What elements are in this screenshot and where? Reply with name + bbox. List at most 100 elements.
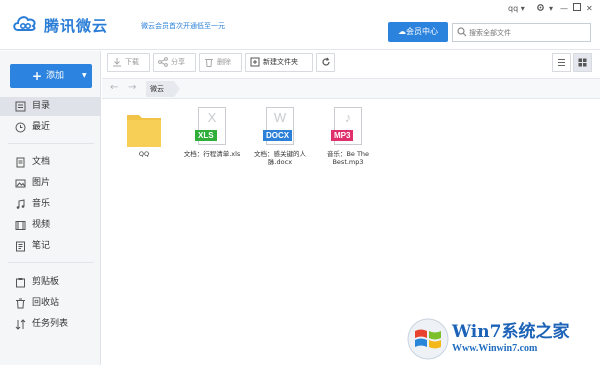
sidebar-item-recent[interactable]: 最近 bbox=[0, 118, 100, 137]
clock-icon bbox=[15, 122, 26, 133]
file-name: 音乐：Be The Best.mp3 bbox=[326, 150, 370, 166]
refresh-icon bbox=[322, 57, 330, 66]
sidebar-item-documents[interactable]: 文档 bbox=[0, 153, 100, 172]
forward-arrow-icon[interactable]: → bbox=[128, 82, 136, 93]
xls-file-icon: X XLS bbox=[194, 107, 230, 149]
settings-icon[interactable] bbox=[536, 3, 545, 15]
sidebar-item-label: 最近 bbox=[32, 122, 51, 132]
sidebar-item-images[interactable]: 图片 bbox=[0, 174, 100, 193]
maximize-icon[interactable] bbox=[573, 3, 581, 15]
sidebar-item-label: 目录 bbox=[32, 101, 51, 111]
title-bar: 腾讯微云 微云会员首次开通低至一元 qq ▾ ▾ — ✕ ☁会员中心 bbox=[0, 0, 600, 50]
sidebar-item-clipboard[interactable]: 剪贴板 bbox=[0, 273, 100, 292]
sidebar-item-video[interactable]: 视频 bbox=[0, 216, 100, 235]
document-icon bbox=[16, 157, 25, 168]
new-folder-icon bbox=[250, 57, 260, 67]
watermark-text: Win7系统之家 bbox=[452, 322, 570, 342]
file-name: QQ bbox=[138, 150, 150, 158]
delete-button[interactable]: 删除 bbox=[199, 53, 242, 72]
list-view-icon bbox=[558, 59, 565, 66]
transfer-icon bbox=[15, 319, 26, 330]
plus-icon: + bbox=[32, 69, 43, 83]
sidebar-item-label: 任务列表 bbox=[32, 319, 69, 329]
grid-view-button[interactable] bbox=[573, 53, 592, 72]
vip-cloud-icon: ☁ bbox=[398, 27, 406, 36]
search-icon bbox=[457, 27, 467, 37]
file-type-tag: DOCX bbox=[263, 130, 293, 141]
minimize-icon[interactable]: — bbox=[560, 3, 568, 15]
sidebar-item-label: 视频 bbox=[32, 220, 51, 230]
sidebar-item-label: 文档 bbox=[32, 157, 51, 167]
file-icon-letter: W bbox=[273, 110, 287, 125]
folder-icon bbox=[127, 115, 161, 147]
breadcrumb-current[interactable]: 微云 bbox=[146, 81, 180, 97]
add-button-label: 添加 bbox=[46, 71, 65, 81]
app-title: 腾讯微云 bbox=[44, 17, 109, 35]
download-button[interactable]: 下载 bbox=[107, 53, 150, 72]
sidebar-item-directory[interactable]: 目录 bbox=[0, 97, 100, 116]
file-item-docx[interactable]: W DOCX 文档：感关键的人脉.docx bbox=[248, 107, 312, 177]
file-name: 文档：行程清单.xls bbox=[183, 150, 241, 158]
chevron-down-icon: ▼ bbox=[82, 72, 87, 79]
windows-logo-icon bbox=[407, 318, 449, 360]
sidebar-item-label: 笔记 bbox=[32, 241, 51, 251]
search-input[interactable] bbox=[469, 25, 587, 40]
mp3-file-icon: ♪ MP3 bbox=[330, 107, 366, 149]
search-box[interactable] bbox=[452, 23, 591, 42]
promo-link[interactable]: 微云会员首次开通低至一元 bbox=[141, 21, 225, 31]
sidebar-item-music[interactable]: 音乐 bbox=[0, 195, 100, 214]
delete-label: 删除 bbox=[217, 58, 231, 66]
sidebar-item-label: 剪贴板 bbox=[32, 277, 60, 287]
video-icon bbox=[15, 221, 26, 230]
file-type-tag: XLS bbox=[195, 130, 217, 141]
trash-icon bbox=[16, 298, 25, 309]
clipboard-icon bbox=[16, 278, 25, 288]
sidebar-item-label: 回收站 bbox=[32, 298, 60, 308]
grid-view-icon bbox=[578, 58, 587, 67]
back-arrow-icon[interactable]: ← bbox=[110, 82, 118, 93]
new-folder-button[interactable]: 新建文件夹 bbox=[245, 53, 313, 72]
note-icon bbox=[16, 241, 25, 252]
list-view-button[interactable] bbox=[552, 53, 571, 72]
vip-center-label: 会员中心 bbox=[406, 27, 438, 36]
sidebar-item-label: 图片 bbox=[32, 178, 51, 188]
file-item-xls[interactable]: X XLS 文档：行程清单.xls bbox=[180, 107, 244, 177]
cloud-logo-icon bbox=[13, 16, 36, 31]
menu-caret-icon[interactable]: ▾ bbox=[549, 3, 553, 15]
file-icon-letter: ♪ bbox=[344, 110, 352, 125]
sidebar-item-task-list[interactable]: 任务列表 bbox=[0, 315, 100, 334]
file-type-tag: MP3 bbox=[331, 130, 354, 141]
sidebar: + 添加 ▼ 目录 最近 文档 图片 音乐 视频 笔记 剪贴板 回收站 任务列表 bbox=[0, 51, 101, 365]
share-button[interactable]: 分享 bbox=[153, 53, 196, 72]
refresh-button[interactable] bbox=[316, 53, 335, 72]
address-bar: ← → 微云 bbox=[102, 78, 600, 99]
file-icon-letter: X bbox=[207, 110, 217, 125]
file-item-folder[interactable]: QQ bbox=[112, 107, 176, 177]
vip-center-button[interactable]: ☁会员中心 bbox=[388, 22, 448, 42]
account-menu[interactable]: qq ▾ bbox=[508, 3, 525, 15]
sidebar-item-recycle-bin[interactable]: 回收站 bbox=[0, 294, 100, 313]
new-folder-label: 新建文件夹 bbox=[263, 58, 298, 66]
music-icon bbox=[16, 199, 25, 209]
add-button[interactable]: + 添加 ▼ bbox=[10, 64, 92, 88]
sidebar-divider bbox=[8, 262, 94, 263]
share-icon bbox=[158, 57, 168, 67]
file-item-mp3[interactable]: ♪ MP3 音乐：Be The Best.mp3 bbox=[316, 107, 380, 177]
download-label: 下载 bbox=[125, 58, 139, 66]
close-icon[interactable]: ✕ bbox=[586, 3, 593, 15]
sidebar-item-label: 音乐 bbox=[32, 199, 51, 209]
image-icon bbox=[15, 179, 26, 188]
account-name: qq bbox=[508, 4, 519, 13]
directory-icon bbox=[15, 101, 26, 112]
watermark: Win7系统之家 Www.Winwin7.com bbox=[404, 311, 600, 365]
download-icon bbox=[113, 58, 121, 67]
sidebar-divider bbox=[8, 143, 94, 144]
file-name: 文档：感关键的人脉.docx bbox=[254, 150, 306, 166]
app-logo: 腾讯微云 bbox=[12, 12, 122, 36]
docx-file-icon: W DOCX bbox=[262, 107, 298, 149]
watermark-url: Www.Winwin7.com bbox=[452, 343, 538, 354]
sidebar-item-notes[interactable]: 笔记 bbox=[0, 237, 100, 256]
share-label: 分享 bbox=[171, 58, 185, 66]
toolbar: 下载 分享 删除 新建文件夹 bbox=[102, 51, 600, 77]
trash-icon bbox=[205, 59, 213, 67]
